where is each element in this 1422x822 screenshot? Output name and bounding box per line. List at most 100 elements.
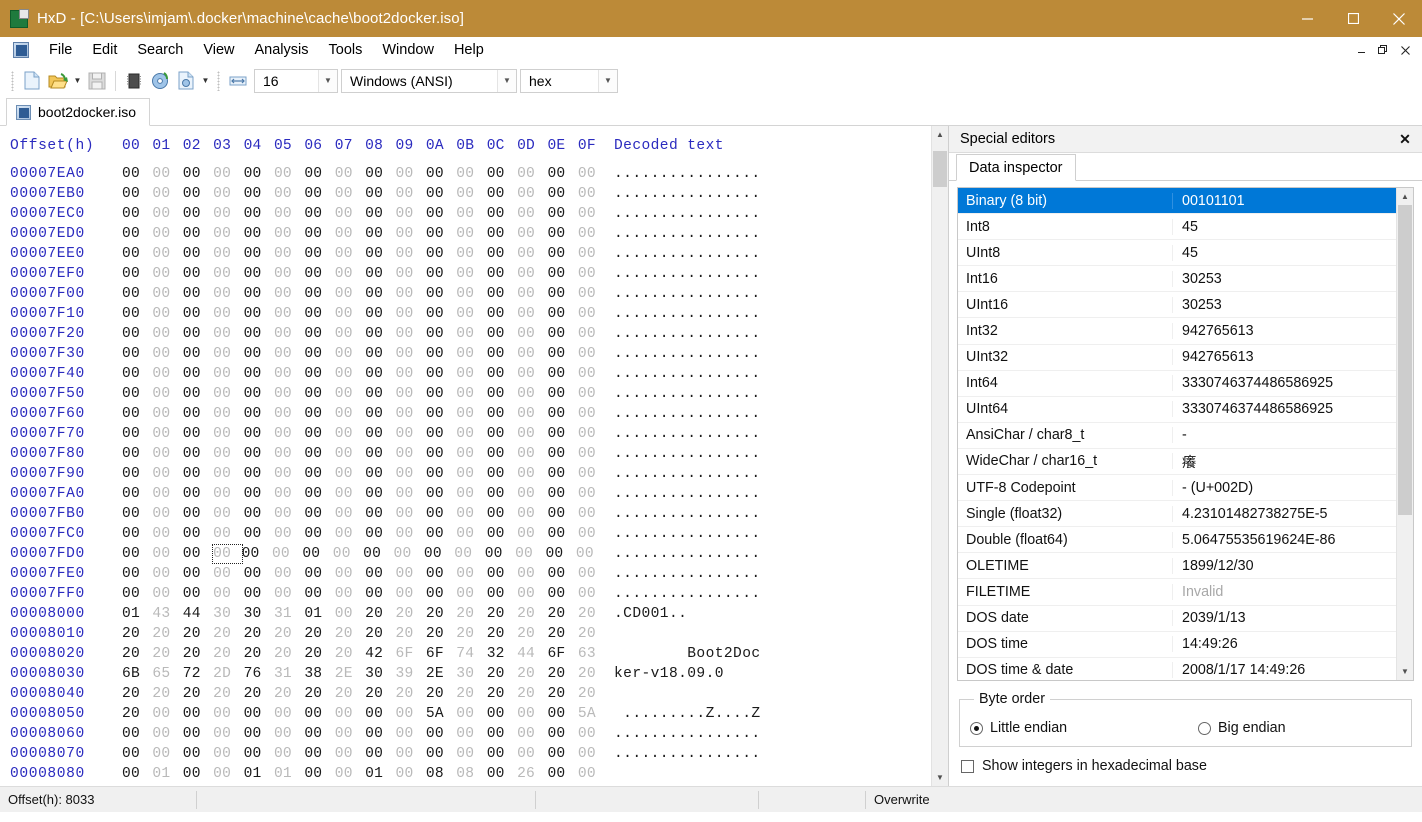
hex-row[interactable]: 00007F60 00 00 00 00 00 00 00 00 00 00 00 00 00 00 00 00… (10, 404, 931, 424)
hex-byte-cell[interactable]: 00 (365, 584, 395, 604)
hex-byte-cell[interactable]: 00 (213, 484, 243, 504)
hex-row[interactable]: 00008020 20 20 20 20 20 20 20 20 42 6F 6F 74 32 44 6F 63… (10, 644, 931, 664)
hex-byte-cell[interactable]: 00 (183, 344, 213, 364)
hex-byte-cell[interactable]: 30 (213, 604, 243, 624)
hex-byte-cell[interactable]: 00 (517, 404, 547, 424)
hex-byte-cell[interactable]: 00 (335, 464, 365, 484)
hex-byte-cell[interactable]: 00 (365, 244, 395, 264)
hex-byte-cell[interactable]: 00 (183, 224, 213, 244)
hex-byte-cell[interactable]: 00 (122, 284, 152, 304)
hex-byte-cell[interactable]: 20 (396, 604, 426, 624)
hex-byte-cell[interactable]: 20 (578, 624, 608, 644)
hex-byte-cell[interactable]: 00 (122, 164, 152, 184)
hex-row-bytes[interactable]: 00 00 00 00 00 00 00 00 00 00 00 00 00 00 00 00 (122, 504, 614, 524)
hex-row-decoded-text[interactable]: ................ (614, 744, 761, 764)
hex-byte-cell[interactable]: 00 (456, 304, 486, 324)
hex-byte-cell[interactable]: 00 (244, 404, 274, 424)
hex-byte-cell[interactable]: 00 (213, 404, 243, 424)
hex-byte-cell[interactable]: 00 (487, 744, 517, 764)
hex-byte-cell[interactable]: 00 (517, 384, 547, 404)
hex-byte-cell[interactable]: 00 (304, 244, 334, 264)
hex-byte-cell[interactable]: 00 (213, 464, 243, 484)
hex-byte-cell[interactable]: 5A (426, 704, 456, 724)
hex-byte-cell[interactable]: 00 (487, 224, 517, 244)
hex-byte-cell[interactable]: 00 (456, 164, 486, 184)
hex-byte-cell[interactable]: 00 (304, 504, 334, 524)
hex-byte-cell[interactable]: 00 (244, 744, 274, 764)
hex-row-bytes[interactable]: 00 00 00 00 00 00 00 00 00 00 00 00 00 00 00 00 (122, 364, 614, 384)
hex-byte-cell[interactable]: 00 (365, 344, 395, 364)
hex-byte-cell[interactable]: 00 (547, 304, 577, 324)
hex-byte-cell[interactable]: 00 (456, 344, 486, 364)
hex-byte-cell[interactable]: 00 (213, 424, 243, 444)
hex-row-bytes[interactable]: 00 00 00 00 00 00 00 00 00 00 00 00 00 00 00 00 (122, 544, 614, 564)
hex-byte-cell[interactable]: 00 (456, 744, 486, 764)
hex-byte-cell[interactable]: 00 (213, 224, 243, 244)
hex-byte-cell[interactable]: 00 (213, 764, 243, 784)
hex-row-bytes[interactable]: 00 00 00 00 00 00 00 00 00 00 00 00 00 00 00 00 (122, 344, 614, 364)
hex-byte-cell[interactable]: 00 (517, 244, 547, 264)
hex-byte-cell[interactable]: 00 (396, 224, 426, 244)
hex-byte-cell[interactable]: 20 (487, 624, 517, 644)
hex-byte-cell[interactable]: 00 (424, 544, 454, 564)
hex-byte-cell[interactable]: 00 (547, 564, 577, 584)
hex-byte-cell[interactable]: 00 (304, 764, 334, 784)
hex-byte-cell[interactable]: 20 (152, 624, 182, 644)
hex-byte-cell[interactable]: 00 (578, 744, 608, 764)
hex-row-decoded-text[interactable]: ................ (614, 364, 761, 384)
hex-byte-cell[interactable]: 00 (396, 244, 426, 264)
hex-byte-cell[interactable]: 00 (365, 744, 395, 764)
hex-byte-cell[interactable]: 00 (335, 504, 365, 524)
hex-byte-cell[interactable]: 00 (213, 524, 243, 544)
hex-byte-cell[interactable]: 00 (213, 164, 243, 184)
hex-byte-cell[interactable]: 20 (213, 644, 243, 664)
inspector-row[interactable]: Int8 45 (958, 214, 1396, 241)
hex-byte-cell[interactable]: 00 (456, 704, 486, 724)
hex-byte-cell[interactable]: 00 (183, 504, 213, 524)
hex-byte-cell[interactable]: 00 (242, 544, 272, 564)
menu-item-search[interactable]: Search (127, 38, 193, 62)
hex-byte-cell[interactable]: 00 (485, 544, 515, 564)
hex-byte-cell[interactable]: 01 (122, 604, 152, 624)
hex-byte-cell[interactable]: 00 (517, 564, 547, 584)
inspector-value[interactable]: - (U+002D) (1173, 480, 1253, 496)
hex-byte-cell[interactable]: 20 (152, 684, 182, 704)
hex-byte-cell[interactable]: 00 (396, 464, 426, 484)
disk-dropdown-arrow-icon[interactable]: ▼ (199, 68, 212, 94)
hex-row-decoded-text[interactable]: ................ (614, 404, 761, 424)
hex-byte-cell[interactable]: 00 (517, 224, 547, 244)
hex-byte-cell[interactable]: 00 (456, 584, 486, 604)
hex-byte-cell[interactable]: 20 (304, 644, 334, 664)
hex-byte-cell[interactable]: 65 (152, 664, 182, 684)
hex-byte-cell[interactable]: 00 (396, 764, 426, 784)
hex-byte-cell[interactable]: 00 (456, 424, 486, 444)
hex-byte-cell[interactable]: 00 (274, 444, 304, 464)
hex-row-decoded-text[interactable]: ................ (614, 384, 761, 404)
hex-byte-cell[interactable]: 20 (426, 624, 456, 644)
hex-row[interactable]: 00007FC0 00 00 00 00 00 00 00 00 00 00 00 00 00 00 00 00… (10, 524, 931, 544)
hex-byte-cell[interactable]: 00 (396, 564, 426, 584)
open-disk-icon[interactable] (147, 68, 173, 94)
hex-byte-cell[interactable]: 00 (515, 544, 545, 564)
open-disk-image-icon[interactable] (173, 68, 199, 94)
hex-byte-cell[interactable]: 00 (578, 404, 608, 424)
hex-byte-cell[interactable]: 00 (487, 184, 517, 204)
hex-byte-cell[interactable]: 00 (122, 464, 152, 484)
hex-byte-cell[interactable]: 6F (547, 644, 577, 664)
hex-byte-cell[interactable]: 30 (365, 664, 395, 684)
hex-byte-cell[interactable]: 00 (274, 384, 304, 404)
hex-byte-cell[interactable]: 00 (426, 464, 456, 484)
hex-byte-cell[interactable]: 00 (244, 484, 274, 504)
hex-byte-cell[interactable]: 00 (304, 364, 334, 384)
hex-byte-cell[interactable]: 00 (152, 724, 182, 744)
hex-byte-cell[interactable]: 20 (122, 644, 152, 664)
hex-byte-cell[interactable]: 00 (547, 524, 577, 544)
hex-row-decoded-text[interactable]: ................ (614, 304, 761, 324)
hex-byte-cell[interactable]: 00 (487, 344, 517, 364)
hex-byte-cell[interactable]: 00 (456, 464, 486, 484)
hex-byte-cell[interactable]: 00 (183, 324, 213, 344)
hex-row-decoded-text[interactable]: ................ (614, 224, 761, 244)
hex-byte-cell[interactable]: 00 (426, 344, 456, 364)
hex-byte-cell[interactable]: 00 (152, 164, 182, 184)
hex-byte-cell[interactable]: 20 (213, 624, 243, 644)
